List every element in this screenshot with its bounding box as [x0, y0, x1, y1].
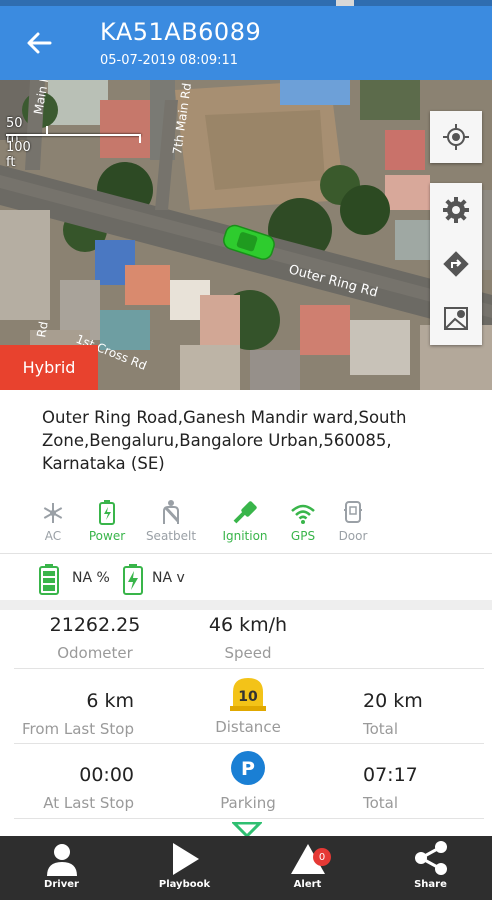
feature-label: Door	[338, 529, 368, 543]
distance-badge-text: 10	[238, 689, 258, 705]
distance-badge-icon: 10	[188, 674, 308, 712]
distance-total-stat: 20 km Total	[363, 690, 463, 738]
nav-share[interactable]: Share	[369, 836, 492, 900]
battery-icon	[99, 500, 115, 525]
odometer-label: Odometer	[57, 644, 133, 662]
map-controls	[430, 183, 482, 345]
row-divider	[14, 818, 484, 819]
distance-total-label: Total	[363, 720, 399, 738]
parking-total-value: 07:17	[363, 764, 418, 786]
parking-badge-text: P	[241, 758, 255, 780]
distance-label: Distance	[215, 718, 281, 736]
map-pin-icon	[444, 307, 468, 330]
scale-imperial: 100 ft	[6, 140, 31, 170]
road-label-rd: Rd	[34, 320, 51, 338]
nav-playbook[interactable]: Playbook	[123, 836, 246, 900]
scale-tick	[46, 126, 48, 135]
from-last-stop-value: 6 km	[86, 690, 134, 712]
arrow-left-icon[interactable]	[24, 28, 54, 58]
feature-power: Power	[72, 497, 142, 543]
parking-total-label: Total	[363, 794, 399, 812]
locate-button[interactable]	[430, 111, 482, 163]
next-section-icon	[232, 822, 262, 836]
feature-seatbelt: Seatbelt	[136, 497, 206, 543]
battery-voltage-icon	[123, 564, 143, 595]
person-icon	[46, 844, 77, 876]
parking-total-stat: 07:17 Total	[363, 764, 463, 812]
scale-tick	[139, 134, 141, 143]
bottom-navigation: Driver Playbook 0 Alert Share	[0, 836, 492, 900]
at-last-stop-value: 00:00	[79, 764, 134, 786]
share-icon	[414, 841, 447, 875]
wifi-icon	[291, 504, 315, 524]
from-last-stop-label: From Last Stop	[21, 720, 134, 738]
last-update-timestamp: 05-07-2019 08:09:11	[100, 53, 239, 68]
feature-status-row: AC Power Seatbelt Ignition GPS Door	[0, 497, 492, 549]
door-icon	[344, 501, 362, 523]
battery-voltage: NA v	[152, 570, 185, 586]
locate-icon	[443, 124, 469, 150]
nav-label: Driver	[44, 879, 79, 890]
nav-driver[interactable]: Driver	[0, 836, 123, 900]
play-icon	[172, 843, 199, 875]
vehicle-number: KA51AB6089	[100, 18, 262, 46]
from-last-stop-stat: 6 km From Last Stop	[0, 690, 134, 738]
parking-stat: P Parking	[188, 750, 308, 812]
vehicle-address: Outer Ring Road,Ganesh Mandir ward,South…	[42, 408, 407, 473]
directions-icon	[443, 251, 469, 277]
distance-stat: 10 Distance	[188, 674, 308, 736]
feature-label: Seatbelt	[145, 529, 197, 543]
nav-label: Playbook	[158, 879, 211, 890]
nav-label: Share	[414, 879, 447, 890]
section-divider	[0, 600, 492, 610]
map-settings-button[interactable]	[430, 183, 482, 237]
speed-value: 46 km/h	[208, 614, 288, 636]
satellite-map: 7th Main Rd Outer Ring Rd 1st Cross Rd M…	[0, 80, 492, 390]
speed-label: Speed	[224, 644, 272, 662]
scale-bar	[6, 134, 141, 136]
map-type-toggle[interactable]: Hybrid	[0, 345, 98, 390]
distance-total-value: 20 km	[363, 690, 423, 712]
parking-label: Parking	[220, 794, 276, 812]
map-view[interactable]: 7th Main Rd Outer Ring Rd 1st Cross Rd M…	[0, 80, 492, 390]
battery-row: NA % NA v	[0, 558, 492, 600]
at-last-stop-stat: 00:00 At Last Stop	[0, 764, 134, 812]
feature-label: Power	[88, 529, 126, 543]
battery-level-icon	[39, 564, 59, 595]
alert-count-badge: 0	[313, 848, 331, 866]
speed-stat: 46 km/h Speed	[188, 614, 308, 662]
feature-door: Door	[318, 497, 388, 543]
parking-icon: P	[188, 750, 308, 786]
app-bar: KA51AB6089 05-07-2019 08:09:11	[0, 6, 492, 80]
directions-button[interactable]	[430, 237, 482, 291]
seatbelt-icon	[163, 500, 180, 524]
at-last-stop-label: At Last Stop	[43, 794, 134, 812]
nav-alert[interactable]: 0 Alert	[246, 836, 369, 900]
odometer-value: 21262.25	[49, 614, 141, 636]
map-pin-button[interactable]	[430, 291, 482, 345]
gear-icon	[443, 197, 469, 223]
key-icon	[233, 501, 257, 524]
snowflake-icon	[43, 503, 63, 523]
nav-label: Alert	[293, 879, 322, 890]
row-divider	[14, 668, 484, 669]
row-divider	[14, 743, 484, 744]
battery-percent: NA %	[72, 570, 110, 586]
divider	[0, 553, 492, 554]
odometer-stat: 21262.25 Odometer	[30, 614, 160, 662]
